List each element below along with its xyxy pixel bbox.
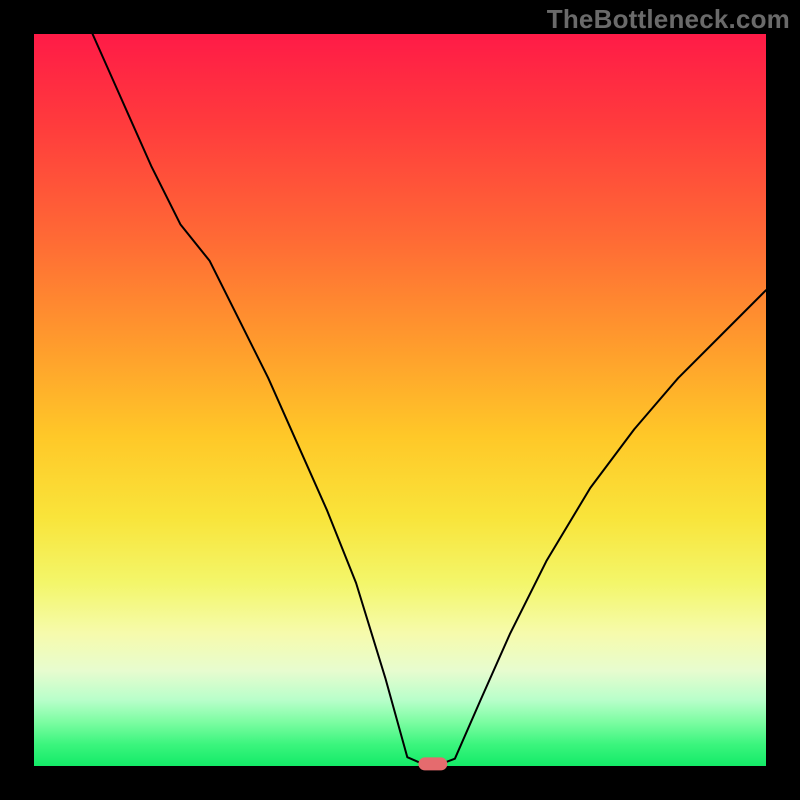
minimum-marker — [418, 757, 447, 770]
watermark-text: TheBottleneck.com — [547, 4, 790, 35]
chart-frame: TheBottleneck.com — [0, 0, 800, 800]
bottleneck-curve — [34, 34, 766, 766]
plot-area — [34, 34, 766, 766]
